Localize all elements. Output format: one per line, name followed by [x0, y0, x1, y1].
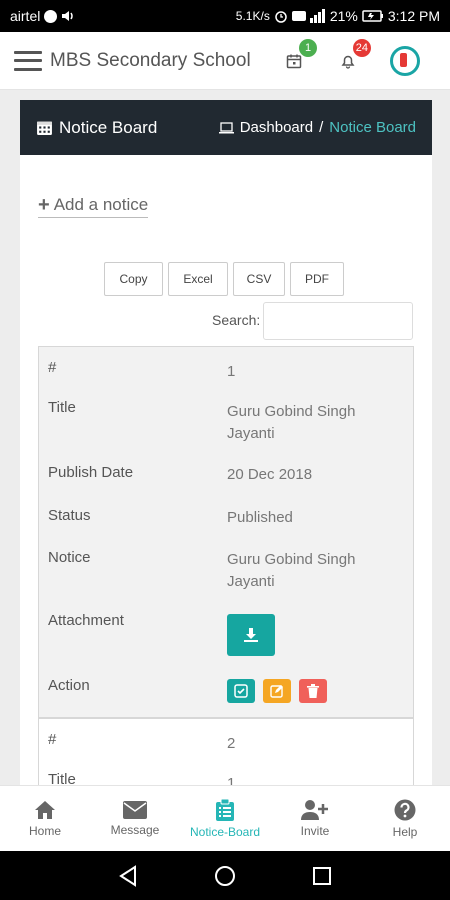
- content-card: + Add a notice Copy Excel CSV PDF Search…: [20, 155, 432, 785]
- export-buttons: Copy Excel CSV PDF: [104, 262, 344, 296]
- menu-icon[interactable]: [14, 50, 42, 71]
- calendar-badge: 1: [299, 39, 317, 57]
- download-attachment-button[interactable]: [227, 614, 275, 656]
- copy-button[interactable]: Copy: [104, 262, 163, 296]
- title-label: Title: [48, 771, 76, 785]
- home-circle-icon[interactable]: [214, 865, 236, 887]
- nav-notice-board[interactable]: Notice-Board: [180, 786, 270, 851]
- app-bar: MBS Secondary School 1 24: [0, 32, 450, 90]
- publish-date-value: 20 Dec 2018: [227, 466, 313, 483]
- envelope-icon: [123, 800, 147, 819]
- delete-button[interactable]: [299, 679, 327, 703]
- publish-date-label: Publish Date: [48, 464, 134, 481]
- csv-button[interactable]: CSV: [233, 262, 285, 296]
- volume-icon: [62, 11, 74, 21]
- nav-notice-board-label: Notice-Board: [189, 824, 261, 839]
- system-navigation-bar: [0, 851, 450, 900]
- laptop-icon: [218, 121, 234, 133]
- notice-record: # 1 Title Guru Gobind Singh Jayanti Publ…: [38, 346, 414, 718]
- check-square-icon: [234, 684, 248, 698]
- nav-message-label: Message: [110, 822, 160, 837]
- num-label: #: [48, 359, 57, 376]
- plus-icon: +: [38, 194, 50, 216]
- pdf-button[interactable]: PDF: [290, 262, 344, 296]
- app-title: MBS Secondary School: [50, 49, 251, 71]
- school-logo[interactable]: [390, 46, 420, 76]
- nav-home-label: Home: [28, 823, 61, 838]
- clock: 3:12 PM: [387, 8, 440, 24]
- bottom-navigation: Home Message Notice-Board Invite Help: [0, 785, 450, 851]
- signal-icon: [291, 9, 325, 23]
- nav-invite[interactable]: Invite: [270, 786, 360, 851]
- notice-record: # 2 Title 1: [38, 718, 414, 785]
- recents-icon[interactable]: [312, 866, 332, 886]
- nav-help-label: Help: [392, 824, 418, 839]
- title-value: 1: [227, 775, 236, 785]
- nav-home[interactable]: Home: [0, 786, 90, 851]
- action-label: Action: [48, 677, 90, 694]
- status-label: Status: [48, 507, 91, 524]
- nav-help[interactable]: Help: [360, 786, 450, 851]
- user-plus-icon: [301, 799, 328, 820]
- back-icon[interactable]: [118, 864, 138, 887]
- attachment-label: Attachment: [48, 612, 124, 629]
- search-label: Search:: [212, 312, 261, 328]
- num-label: #: [48, 731, 57, 748]
- calendar-icon: [37, 121, 52, 135]
- location-icon: [44, 9, 58, 23]
- bell-icon: [341, 55, 355, 69]
- num-value: 1: [227, 363, 236, 380]
- calendar-button[interactable]: 1: [280, 39, 317, 75]
- help-icon: [394, 799, 416, 820]
- edit-button[interactable]: [263, 679, 291, 703]
- breadcrumb-separator: /: [319, 119, 324, 136]
- action-buttons: [227, 679, 327, 703]
- clipboard-icon: [216, 798, 234, 821]
- search-input[interactable]: [263, 302, 413, 340]
- title-value: Guru Gobind Singh Jayanti: [227, 403, 356, 442]
- breadcrumb: Dashboard / Notice Board: [218, 119, 416, 136]
- edit-icon: [270, 685, 283, 698]
- breadcrumb-current: Notice Board: [329, 119, 416, 136]
- home-icon: [35, 800, 55, 819]
- page-title: Notice Board: [59, 117, 158, 137]
- title-label: Title: [48, 399, 76, 416]
- notifications-button[interactable]: 24: [334, 39, 371, 75]
- status-bar: airtel 5.1K/s 21% 3:12 PM: [0, 0, 450, 32]
- battery-icon: [362, 10, 383, 22]
- notice-value: Guru Gobind Singh Jayanti: [227, 551, 356, 590]
- add-notice-link[interactable]: + Add a notice: [38, 194, 149, 218]
- nav-invite-label: Invite: [300, 823, 330, 838]
- alarm-icon: [275, 11, 287, 23]
- battery-percent: 21%: [329, 8, 358, 24]
- nav-message[interactable]: Message: [90, 786, 180, 851]
- breadcrumb-dashboard[interactable]: Dashboard: [240, 119, 313, 136]
- notice-label: Notice: [48, 549, 91, 566]
- download-icon: [244, 628, 258, 642]
- status-value: Published: [227, 509, 293, 526]
- page-header: Notice Board Dashboard / Notice Board: [20, 100, 432, 155]
- carrier-label: airtel: [10, 8, 41, 24]
- network-speed: 5.1K/s: [235, 9, 270, 23]
- num-value: 2: [227, 735, 236, 752]
- calendar-icon: [286, 54, 302, 69]
- view-button[interactable]: [227, 679, 255, 703]
- excel-button[interactable]: Excel: [168, 262, 228, 296]
- add-notice-label: Add a notice: [53, 195, 149, 214]
- notification-badge: 24: [352, 39, 371, 57]
- trash-icon: [307, 684, 319, 698]
